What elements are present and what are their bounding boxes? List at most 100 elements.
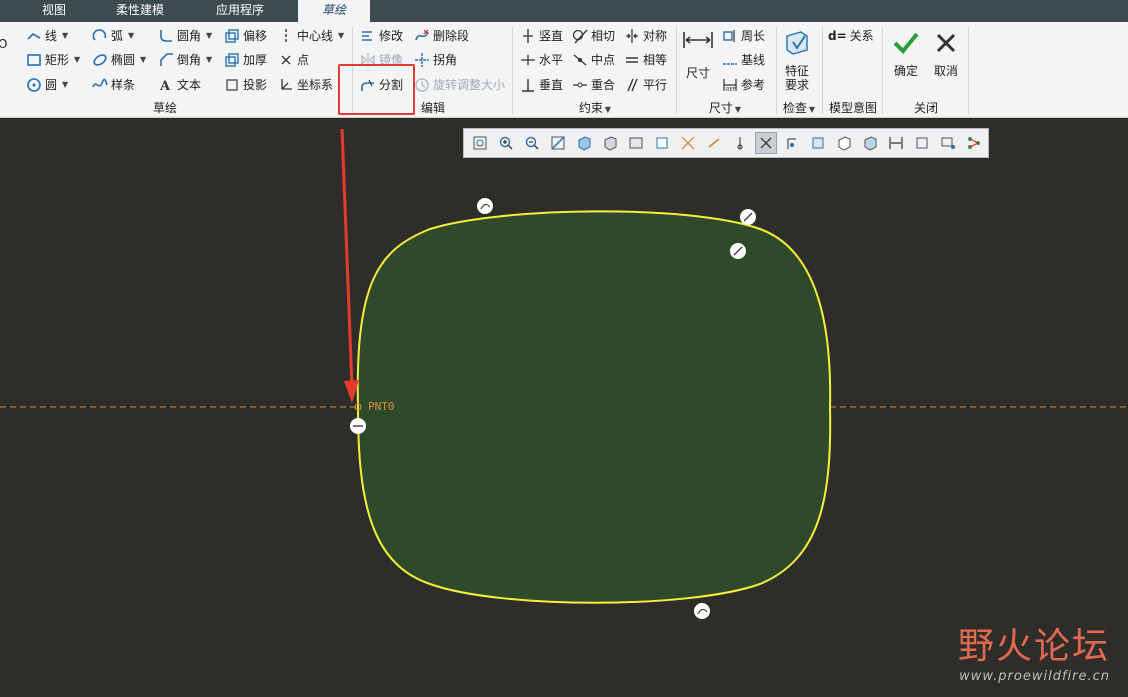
feature-requirements-icon	[786, 31, 808, 55]
delete-segment-button[interactable]: 删除段	[414, 26, 469, 46]
separator	[676, 26, 677, 114]
left-cutoff-item[interactable]: O	[0, 34, 7, 54]
arc-icon	[92, 28, 108, 44]
close-icon	[936, 33, 956, 53]
ellipse-button[interactable]: 椭圆 ▼	[92, 50, 146, 70]
corner-label: 拐角	[433, 53, 458, 67]
dimension-button[interactable]: 尺寸	[682, 30, 714, 80]
fillet-label: 圆角	[177, 29, 202, 43]
delete-segment-icon	[414, 28, 430, 44]
chevron-down-icon: ▼	[128, 31, 135, 40]
perpendicular-label: 垂直	[539, 78, 564, 92]
ok-label: 确定	[893, 64, 918, 78]
perimeter-icon	[722, 28, 738, 44]
reference-button[interactable]: REF 参考	[722, 75, 765, 95]
parallel-icon	[624, 77, 640, 93]
checkmark-icon	[893, 32, 919, 54]
chevron-down-icon: ▼	[62, 80, 69, 89]
rectangle-button[interactable]: 矩形 ▼	[26, 50, 80, 70]
line-button[interactable]: 线 ▼	[26, 26, 68, 46]
dimension-label: 尺寸	[685, 66, 710, 80]
modify-button[interactable]: 修改	[360, 26, 403, 46]
tab-flexible-modeling[interactable]: 柔性建模	[102, 0, 178, 22]
tab-view[interactable]: 视图	[28, 0, 80, 22]
cancel-button[interactable]: 取消	[930, 30, 962, 78]
offset-icon	[224, 28, 240, 44]
constraint-group-label[interactable]: 约束 ▼	[560, 100, 630, 116]
text-button[interactable]: A 文本	[158, 75, 201, 95]
symmetric-constraint-button[interactable]: 对称	[624, 26, 667, 46]
vertical-constraint-button[interactable]: 竖直	[520, 26, 563, 46]
sketch-geometry	[0, 128, 1128, 619]
rotate-resize-icon	[414, 77, 430, 93]
svg-text:A: A	[159, 79, 171, 93]
feature-requirements-button[interactable]: 特征 要求	[782, 30, 812, 92]
chevron-down-icon: ▼	[206, 31, 213, 40]
feature-req-label-2: 要求	[784, 78, 809, 92]
arc-button[interactable]: 弧 ▼	[92, 26, 134, 46]
constraint-badge[interactable]	[477, 198, 493, 214]
circle-icon	[26, 77, 42, 93]
chamfer-button[interactable]: 倒角 ▼	[158, 50, 212, 70]
tab-applications[interactable]: 应用程序	[202, 0, 278, 22]
relations-label: 关系	[849, 29, 874, 43]
separator	[822, 26, 823, 114]
chevron-down-icon: ▼	[62, 31, 69, 40]
perpendicular-constraint-button[interactable]: 垂直	[520, 75, 563, 95]
horizontal-constraint-button[interactable]: 水平	[520, 50, 563, 70]
ellipse-icon	[92, 52, 108, 68]
spline-button[interactable]: 样条	[92, 75, 135, 95]
centerline-button[interactable]: 中心线 ▼	[278, 26, 344, 46]
thicken-button[interactable]: 加厚	[224, 50, 267, 70]
project-label: 投影	[243, 78, 268, 92]
project-icon	[224, 77, 240, 93]
point-button[interactable]: 点	[278, 50, 309, 70]
left-cutoff-label: O	[0, 37, 8, 51]
separator	[776, 26, 777, 114]
dimension-icon	[683, 32, 713, 48]
constraint-badge[interactable]	[694, 603, 710, 619]
red-arrow-annotation	[340, 128, 359, 403]
rotate-resize-label: 旋转调整大小	[433, 78, 506, 92]
separator	[882, 26, 883, 114]
sketch-profile[interactable]	[356, 210, 832, 604]
watermark: 野火论坛 www.proewildfire.cn	[958, 617, 1110, 684]
circle-label: 圆	[45, 78, 58, 92]
horizontal-icon	[520, 52, 536, 68]
text-label: 文本	[177, 78, 202, 92]
perimeter-label: 周长	[741, 29, 766, 43]
chamfer-icon	[158, 52, 174, 68]
centerline-label: 中心线	[297, 29, 334, 43]
point-icon	[278, 52, 294, 68]
rotate-resize-button[interactable]: 旋转调整大小	[414, 75, 505, 95]
sketch-group-label: 草绘	[152, 101, 177, 115]
baseline-icon	[722, 52, 738, 68]
chamfer-label: 倒角	[177, 53, 202, 67]
midpoint-constraint-button[interactable]: 中点	[572, 50, 615, 70]
parallel-constraint-button[interactable]: 平行	[624, 75, 667, 95]
midpoint-icon	[572, 52, 588, 68]
ribbon-tab-bar: 视图 柔性建模 应用程序 草绘	[0, 0, 1128, 22]
perimeter-button[interactable]: 周长	[722, 26, 765, 46]
relations-button[interactable]: d= 关系	[828, 26, 874, 46]
coordsys-button[interactable]: 坐标系	[278, 75, 333, 95]
coincident-constraint-button[interactable]: 重合	[572, 75, 615, 95]
dimension-group-text: 尺寸	[708, 101, 733, 115]
offset-button[interactable]: 偏移	[224, 26, 267, 46]
tangent-constraint-button[interactable]: 相切	[572, 26, 615, 46]
offset-label: 偏移	[243, 29, 268, 43]
vertical-icon	[520, 28, 536, 44]
inspect-group-label[interactable]: 检查 ▼	[778, 100, 820, 116]
equal-constraint-button[interactable]: 相等	[624, 50, 667, 70]
baseline-button[interactable]: 基线	[722, 50, 765, 70]
feature-req-label-1: 特征	[784, 64, 809, 78]
project-button[interactable]: 投影	[224, 75, 267, 95]
vertical-label: 竖直	[539, 29, 564, 43]
corner-button[interactable]: 拐角	[414, 50, 457, 70]
fillet-button[interactable]: 圆角 ▼	[158, 26, 212, 46]
tab-sketch[interactable]: 草绘	[298, 0, 370, 22]
circle-button[interactable]: 圆 ▼	[26, 75, 68, 95]
dimension-group-label[interactable]: 尺寸 ▼	[700, 100, 750, 116]
reference-label: 参考	[741, 78, 766, 92]
ok-button[interactable]: 确定	[890, 30, 922, 78]
